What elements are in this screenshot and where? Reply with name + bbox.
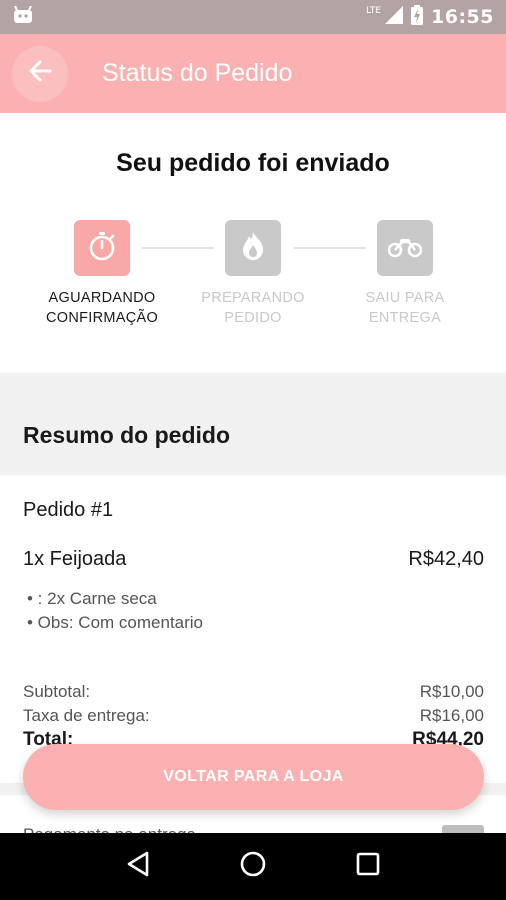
order-item-row: 1x Feijoada R$42,40 (23, 548, 484, 571)
nav-home-button[interactable] (233, 847, 273, 887)
recents-square-icon (356, 852, 380, 881)
battery-charging-icon (411, 4, 424, 30)
step-awaiting-confirmation: AGUARDANDO CONFIRMAÇÃO (27, 220, 177, 328)
step-icon-box (225, 220, 281, 276)
subtotal-row: Subtotal: R$10,00 (23, 680, 484, 704)
step-preparing: PREPARANDO PEDIDO (178, 220, 328, 328)
summary-header: Resumo do pedido (0, 373, 506, 475)
page-title: Status do Pedido (102, 59, 293, 87)
nav-recents-button[interactable] (348, 847, 388, 887)
back-to-store-button[interactable]: VOLTAR PARA A LOJA (23, 744, 484, 810)
clock: 16:55 (431, 6, 494, 28)
network-type: LTE (366, 6, 382, 16)
android-icon (12, 5, 34, 29)
app-bar: Status do Pedido (0, 34, 506, 113)
back-button[interactable] (12, 45, 68, 102)
back-to-store-label: VOLTAR PARA A LOJA (163, 768, 344, 785)
step-label: PREPARANDO PEDIDO (201, 290, 305, 326)
signal-icon (385, 5, 404, 29)
flame-icon (238, 230, 268, 267)
stopwatch-icon (86, 230, 118, 267)
order-id: Pedido #1 (23, 499, 114, 521)
status-headline: Seu pedido foi enviado (116, 149, 390, 177)
arrow-left-icon (27, 58, 53, 89)
summary-title: Resumo do pedido (23, 422, 230, 448)
delivery-fee-label: Taxa de entrega: (23, 706, 150, 725)
step-icon-box (74, 220, 130, 276)
step-label: SAIU PARA ENTREGA (365, 290, 445, 326)
back-triangle-icon (126, 851, 150, 882)
payment-toggle[interactable] (442, 825, 484, 833)
list-item: • : 2x Carne seca (27, 589, 157, 608)
totals-block: Subtotal: R$10,00 Taxa de entrega: R$16,… (23, 680, 484, 752)
subtotal-label: Subtotal: (23, 682, 91, 701)
item-name: 1x Feijoada (23, 548, 127, 570)
step-icon-box (377, 220, 433, 276)
delivery-fee-value: R$16,00 (419, 706, 484, 725)
list-item: • Obs: Com comentario (27, 613, 204, 632)
payment-row: Pagamento na entrega (23, 825, 484, 833)
step-out-for-delivery: SAIU PARA ENTREGA (330, 220, 480, 328)
home-circle-icon (239, 850, 267, 883)
nav-back-button[interactable] (118, 847, 158, 887)
motorcycle-icon (387, 234, 423, 263)
payment-label: Pagamento na entrega (23, 825, 196, 833)
subtotal-value: R$10,00 (419, 682, 484, 701)
system-nav-bar (0, 833, 506, 900)
delivery-fee-row: Taxa de entrega: R$16,00 (23, 704, 484, 728)
order-status-content[interactable]: Seu pedido foi enviado AGUARDANDO CONFIR… (0, 113, 506, 833)
step-label: AGUARDANDO CONFIRMAÇÃO (45, 290, 159, 326)
status-bar: LTE 16:55 (0, 0, 506, 34)
item-price: R$42,40 (408, 548, 484, 570)
item-notes: • : 2x Carne seca • Obs: Com comentario (27, 587, 203, 635)
